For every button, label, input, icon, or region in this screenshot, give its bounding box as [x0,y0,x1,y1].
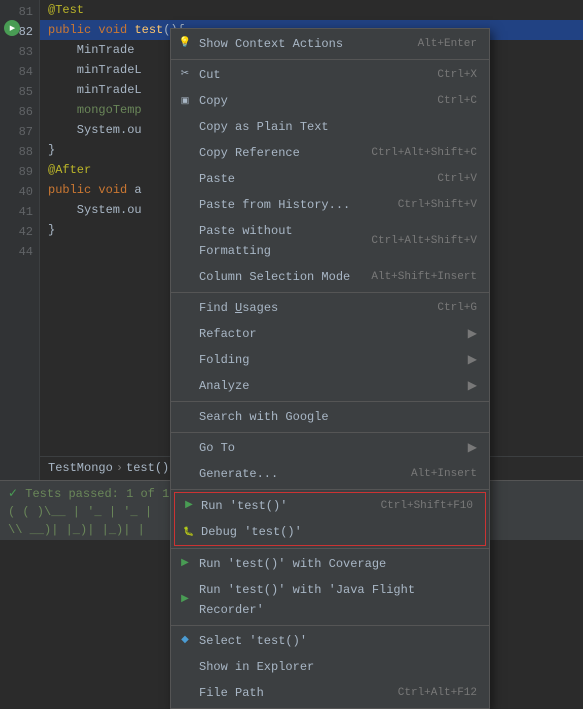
menu-item-select-test[interactable]: ◆ Select 'test()' [171,628,489,654]
line-num-42: 42 [0,222,39,242]
breadcrumb-method[interactable]: test() [126,461,169,475]
menu-item-cut[interactable]: ✂ Cut Ctrl+X [171,62,489,88]
menu-item-paste[interactable]: Paste Ctrl+V [171,166,489,192]
menu-item-show-context-actions[interactable]: 💡 Show Context Actions Alt+Enter [171,31,489,57]
line-num-88: 88 [0,142,39,162]
cut-icon: ✂ [177,65,193,85]
line-num-81: 81 [0,2,39,22]
menu-item-search-google[interactable]: Search with Google [171,404,489,430]
line-num-85: 85 [0,82,39,102]
lightbulb-icon: 💡 [177,34,193,54]
run-coverage-icon: ▶ [177,554,193,574]
line-num-89: 89 [0,162,39,182]
separator-4 [171,432,489,433]
breadcrumb-separator: › [116,461,123,475]
line-num-41: 41 [0,202,39,222]
select-icon: ◆ [177,631,193,651]
menu-item-find-usages[interactable]: Find Usages Ctrl+G [171,295,489,321]
debug-icon: 🐛 [181,522,197,542]
separator-2 [171,292,489,293]
separator-1 [171,59,489,60]
copy-icon: ▣ [177,91,193,111]
separator-3 [171,401,489,402]
line-gutter: 81 82 83 84 85 86 87 88 89 40 41 42 44 [0,0,40,540]
run-jfr-icon: ▶ [177,590,193,610]
run-gutter-button[interactable] [4,20,20,36]
menu-item-folding[interactable]: Folding ▶ [171,347,489,373]
menu-item-debug-test[interactable]: 🐛 Debug 'test()' [175,519,485,545]
breadcrumb-class[interactable]: TestMongo [48,461,113,475]
menu-item-run-jfr[interactable]: ▶ Run 'test()' with 'Java Flight Recorde… [171,577,489,623]
menu-item-run-coverage[interactable]: ▶ Run 'test()' with Coverage [171,551,489,577]
menu-item-goto[interactable]: Go To ▶ [171,435,489,461]
menu-item-copy-reference[interactable]: Copy Reference Ctrl+Alt+Shift+C [171,140,489,166]
context-menu: 💡 Show Context Actions Alt+Enter ✂ Cut C… [170,28,490,709]
menu-item-run-test[interactable]: ▶ Run 'test()' Ctrl+Shift+F10 [175,493,485,519]
line-num-83: 83 [0,42,39,62]
red-highlight-group: ▶ Run 'test()' Ctrl+Shift+F10 🐛 Debug 't… [174,492,486,546]
line-num-84: 84 [0,62,39,82]
menu-item-generate[interactable]: Generate... Alt+Insert [171,461,489,487]
run-icon: ▶ [181,496,197,516]
menu-item-show-explorer[interactable]: Show in Explorer [171,654,489,680]
separator-6 [171,548,489,549]
menu-item-paste-no-format[interactable]: Paste without Formatting Ctrl+Alt+Shift+… [171,218,489,264]
code-line-81: @Test [40,0,583,20]
menu-item-column-selection[interactable]: Column Selection Mode Alt+Shift+Insert [171,264,489,290]
line-num-44: 44 [0,242,39,262]
menu-item-analyze[interactable]: Analyze ▶ [171,373,489,399]
menu-item-refactor[interactable]: Refactor ▶ [171,321,489,347]
line-num-87: 87 [0,122,39,142]
menu-item-copy-plain[interactable]: Copy as Plain Text [171,114,489,140]
separator-7 [171,625,489,626]
line-num-40: 40 [0,182,39,202]
separator-5 [171,489,489,490]
menu-item-copy[interactable]: ▣ Copy Ctrl+C [171,88,489,114]
menu-item-paste-history[interactable]: Paste from History... Ctrl+Shift+V [171,192,489,218]
line-num-86: 86 [0,102,39,122]
menu-item-file-path[interactable]: File Path Ctrl+Alt+F12 [171,680,489,706]
